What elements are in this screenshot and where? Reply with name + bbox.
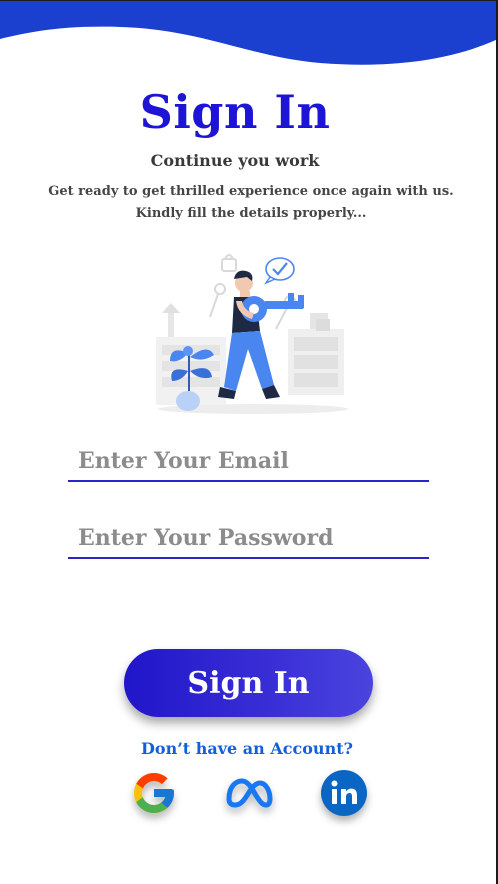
linkedin-login-button[interactable] [318,767,370,819]
password-field[interactable] [68,519,429,559]
linkedin-icon [321,770,367,816]
header-wave [0,1,496,65]
page-description: Get ready to get thrilled experience onc… [0,181,496,225]
google-icon [134,773,174,813]
description-line: Kindly fill the details properly... [135,206,367,221]
description-line: Get ready to get thrilled experience onc… [48,184,454,199]
meta-icon [226,778,273,808]
page-title: Sign In [139,85,331,139]
create-account-link[interactable]: Don’t have an Account? [0,739,494,758]
page-subtitle: Continue you work [150,151,320,170]
meta-login-button[interactable] [222,767,274,819]
sign-in-screen: Sign In Continue you work Get ready to g… [0,0,498,884]
sign-in-button[interactable]: Sign In [124,649,373,717]
person-with-key-illustration [156,254,348,414]
email-field[interactable] [68,442,429,482]
google-login-button[interactable] [128,767,180,819]
